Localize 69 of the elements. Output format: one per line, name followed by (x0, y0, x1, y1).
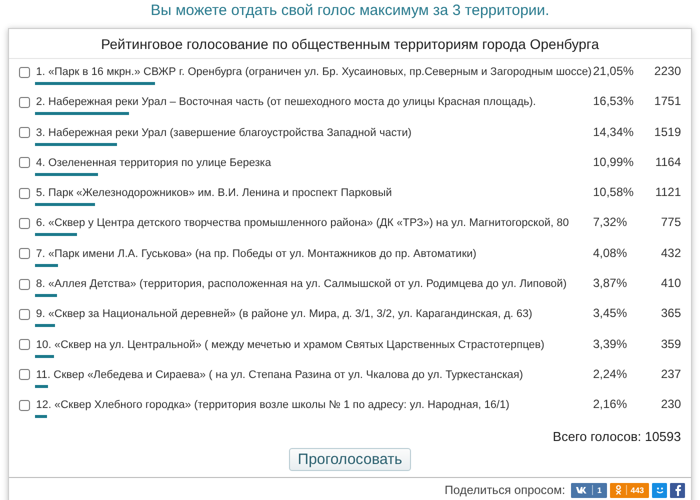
option-percent: 3,45% (593, 305, 628, 320)
option-votes: 1164 (654, 154, 681, 169)
facebook-logo-icon (674, 484, 682, 496)
option-votes: 230 (660, 396, 681, 412)
option-label[interactable]: 10. «Сквер на ул. Центральной» ( между мечетью и храмом Святых Царственных Страстотерпцев) (36, 338, 544, 351)
option-checkbox[interactable] (19, 96, 30, 108)
option-checkbox[interactable] (19, 369, 30, 380)
option-percent: 2,16% (593, 396, 628, 412)
option-percent: 14,34% (593, 124, 635, 139)
mail-share-button[interactable] (652, 482, 667, 498)
vote-button[interactable]: Проголосовать (288, 448, 412, 471)
option-label[interactable]: 8. «Аллея Детства» (территория, расположенная на ул. Салмышской от ул. Родимцева до ул. Липовой) (36, 278, 567, 290)
option-percent: 3,39% (593, 336, 628, 351)
option-checkbox[interactable] (19, 66, 30, 78)
option-percent: 3,87% (593, 275, 628, 290)
option-checkbox[interactable] (19, 218, 30, 229)
option-label[interactable]: 9. «Сквер за Национальной деревней» (в районе ул. Мира, д. 3/1, 3/2, ул. Карагандинская, д. 63) (36, 308, 532, 320)
option-votes: 432 (660, 244, 681, 260)
ok-logo-icon (614, 485, 622, 496)
option-percent: 21,05% (593, 63, 635, 78)
option-percent: 4,08% (593, 244, 628, 260)
option-label[interactable]: 2. Набережная реки Урал – Восточная часть (от пешеходного моста до улицы Красная площадь). (36, 96, 536, 108)
vk-logo-icon (576, 486, 588, 494)
facebook-share-button[interactable] (670, 482, 685, 498)
smiley-icon (654, 485, 664, 496)
option-label[interactable]: 6. «Сквер у Центра детского творчества промышленного района» (ДК «ТРЗ») на ул. Магнитогорской, 80 (36, 217, 569, 230)
option-label[interactable]: 12. «Сквер Хлебного городка» (территория возле школы № 1 по адресу: ул. Народная, 16/1) (36, 399, 510, 412)
option-percent: 10,99% (593, 154, 635, 169)
option-percent: 10,58% (593, 184, 635, 200)
option-checkbox[interactable] (19, 248, 30, 260)
poll-title: Рейтинговое голосование по общественным территориям города Оренбурга (9, 29, 691, 59)
option-checkbox[interactable] (19, 400, 30, 411)
share-label: Поделиться опросом: (444, 483, 566, 498)
vote-limit-notice: Вы можете отдать свой голос максимум за 3 территории. (150, 2, 550, 21)
option-checkbox[interactable] (19, 339, 30, 350)
result-bar (35, 203, 96, 206)
option-checkbox[interactable] (19, 308, 30, 320)
result-bar (35, 384, 48, 388)
total-votes: Всего голосов: 10593 (552, 428, 681, 444)
result-bar (35, 172, 98, 176)
option-votes: 1519 (653, 124, 681, 139)
option-checkbox[interactable] (19, 188, 30, 199)
result-bar (35, 415, 48, 418)
option-votes: 365 (660, 305, 681, 320)
option-percent: 7,32% (593, 214, 628, 230)
result-bar (35, 233, 77, 236)
result-bar (35, 264, 58, 267)
option-label[interactable]: 1. «Парк в 16 мкрн.» СВЖР г. Оренбурга (ограничен ул. Бр. Хусаиновых, пр.Северным и Загородным шоссе) (36, 66, 592, 78)
option-votes: 1751 (653, 93, 681, 108)
option-votes: 775 (660, 214, 681, 230)
option-label[interactable]: 11. Сквер «Лебедева и Сираева» ( на ул. Степана Разина от ул. Чкалова до ул. Туркестанская) (36, 368, 523, 381)
option-votes: 1121 (654, 184, 681, 200)
option-checkbox[interactable] (19, 157, 30, 168)
option-percent: 16,53% (593, 93, 635, 108)
option-label[interactable]: 7. «Парк имени Л.А. Гуськова» (на пр. Победы от ул. Монтажников до пр. Автоматики) (36, 248, 476, 260)
result-bar (35, 324, 55, 328)
result-bar (35, 354, 54, 358)
option-votes: 359 (660, 336, 681, 351)
vk-share-button[interactable]: 1 (571, 482, 607, 498)
result-bar (35, 294, 58, 298)
option-checkbox[interactable] (19, 278, 30, 290)
option-label[interactable]: 5. Парк «Железнодорожников» им. В.И. Ленина и проспект Парковый (36, 187, 392, 200)
option-votes: 237 (660, 366, 681, 381)
option-votes: 2230 (653, 63, 681, 78)
option-votes: 410 (660, 275, 681, 290)
option-label[interactable]: 4. Озелененная территория по улице Березка (36, 156, 272, 169)
option-percent: 2,24% (593, 366, 628, 381)
option-checkbox[interactable] (19, 127, 30, 138)
option-label[interactable]: 3. Набережная реки Урал (завершение благоустройства Западной части) (36, 126, 412, 139)
